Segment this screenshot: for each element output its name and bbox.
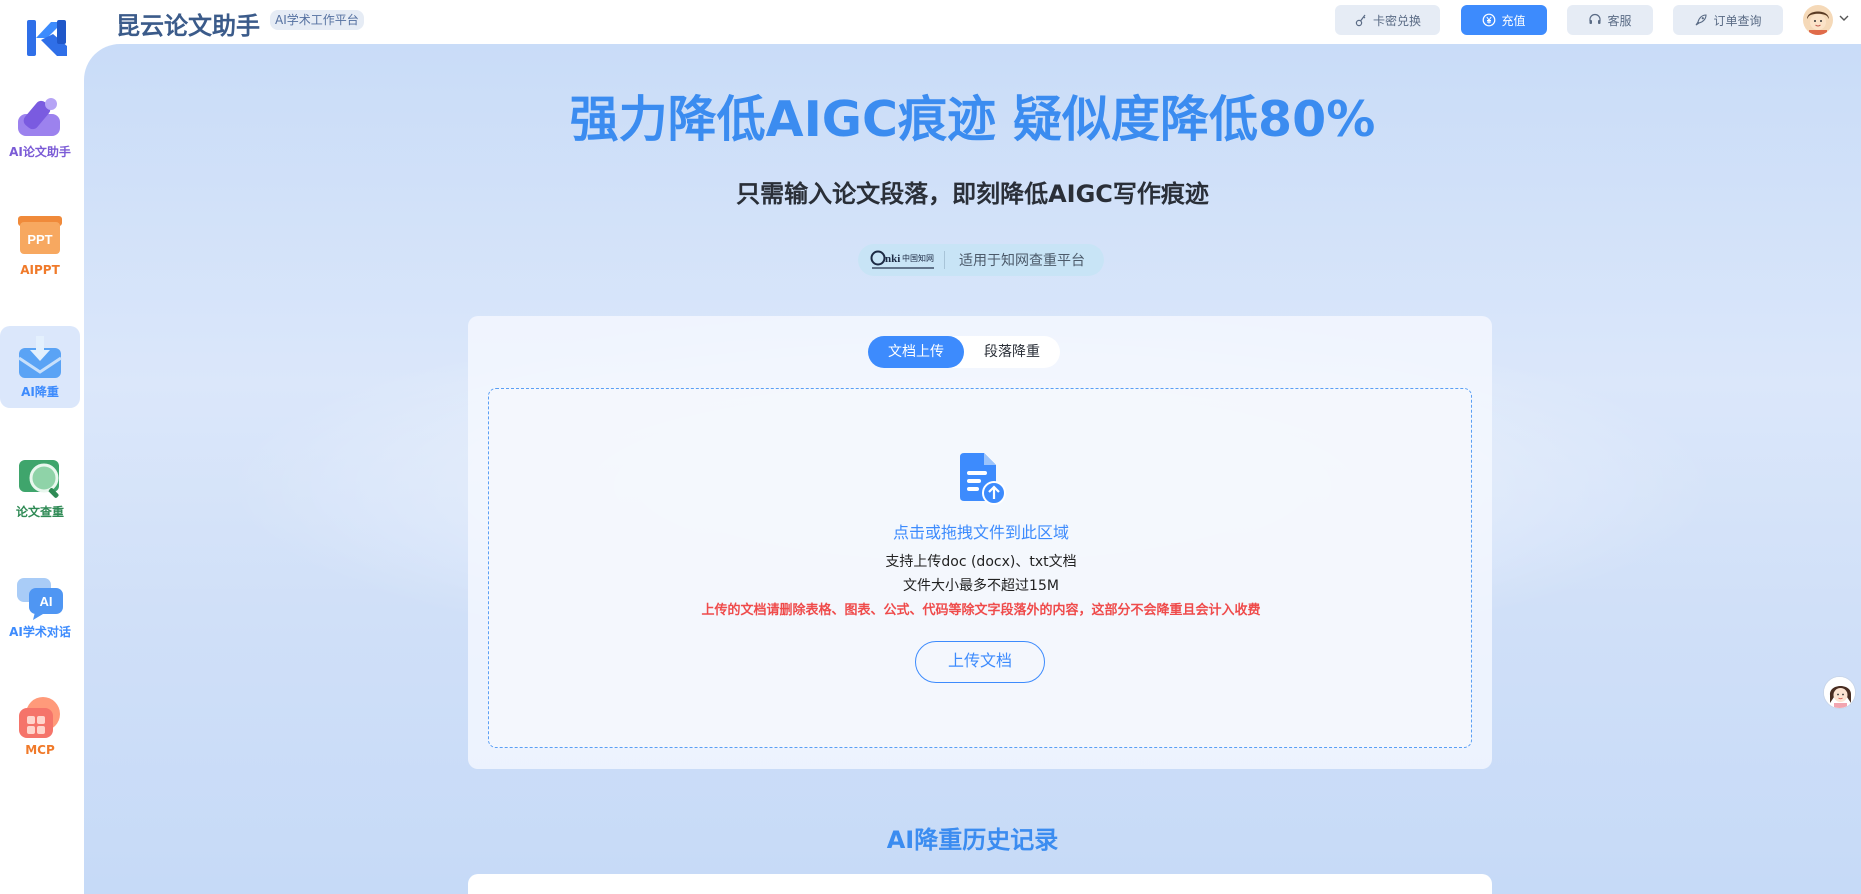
rocket-icon — [1696, 14, 1708, 26]
file-upload-icon — [960, 453, 1006, 505]
customer-service-label: 客服 — [1607, 13, 1632, 28]
sidebar-item-label: AIPPT — [20, 263, 60, 277]
sidebar-item-mcp[interactable]: MCP — [0, 686, 80, 768]
sidebar-item-ai-paper-assistant[interactable]: AI论文助手 — [0, 86, 80, 168]
upload-document-button[interactable]: 上传文档 — [915, 641, 1045, 683]
dropzone-title: 点击或拖拽文件到此区域 — [892, 523, 1069, 542]
svg-text:AI: AI — [40, 594, 53, 609]
main-content: 强力降低AIGC痕迹 疑似度降低80% 只需输入论文段落，即刻降低AIGC写作痕… — [84, 44, 1861, 894]
key-icon — [1355, 14, 1366, 27]
brand-title: 昆云论文助手 — [116, 12, 260, 40]
tab-document-upload[interactable]: 文档上传 — [868, 336, 964, 368]
mcp-blocks-icon — [19, 697, 60, 738]
hero-title: 强力降低AIGC痕迹 疑似度降低80% — [569, 91, 1376, 148]
sidebar-item-label: AI学术对话 — [9, 625, 71, 639]
card-redeem-label: 卡密兑换 — [1372, 13, 1421, 28]
chevron-down-icon[interactable] — [1837, 11, 1851, 25]
upload-mode-tabs: 文档上传 段落降重 — [868, 336, 1060, 368]
recharge-button[interactable]: 充值 — [1461, 5, 1547, 35]
customer-service-button[interactable]: 客服 — [1567, 5, 1653, 35]
sidebar-item-paper-check[interactable]: 论文查重 — [0, 446, 80, 528]
svg-text:PPT: PPT — [27, 232, 52, 247]
chat-ai-icon: AI — [17, 578, 63, 620]
ppt-icon: PPT — [18, 216, 62, 254]
brand-badge: AI学术工作平台 — [270, 10, 364, 30]
user-avatar-icon — [1803, 5, 1833, 35]
upload-card: 文档上传 段落降重 点击或拖拽文件到此区域 支持上传doc (docx)、txt… — [468, 316, 1492, 769]
supported-formats-text: 支持上传doc (docx)、txt文档 — [885, 554, 1077, 570]
sidebar-item-aippt[interactable]: PPT AIPPT — [0, 206, 80, 288]
card-redeem-button[interactable]: 卡密兑换 — [1335, 5, 1440, 35]
yuan-coin-icon — [1483, 13, 1496, 27]
platform-text: 适用于知网查重平台 — [959, 253, 1085, 269]
hero-subtitle: 只需输入论文段落，即刻降低AIGC写作痕迹 — [736, 180, 1209, 208]
magnifier-check-icon — [19, 460, 59, 498]
pen-icon — [18, 98, 60, 136]
download-tray-icon — [18, 336, 62, 378]
sidebar-item-label: MCP — [25, 743, 55, 757]
sidebar-item-label: AI降重 — [21, 385, 59, 399]
history-list — [468, 874, 1492, 894]
svg-text:nki: nki — [885, 253, 900, 265]
tab-paragraph-rewrite[interactable]: 段落降重 — [964, 336, 1060, 368]
app-logo-icon[interactable] — [27, 18, 67, 58]
sidebar-item-ai-academic-chat[interactable]: AI AI学术对话 — [0, 566, 80, 648]
sidebar-item-label: AI论文助手 — [9, 145, 71, 159]
order-query-label: 订单查询 — [1713, 13, 1762, 28]
recharge-label: 充值 — [1501, 13, 1526, 28]
upload-warning-text: 上传的文档请删除表格、图表、公式、代码等除文字段落外的内容，这部分不会降重且会计… — [701, 603, 1261, 618]
file-size-limit-text: 文件大小最多不超过15M — [903, 578, 1059, 594]
platform-chip: nki 中国知网 适用于知网查重平台 — [858, 244, 1104, 276]
user-avatar[interactable] — [1803, 5, 1833, 35]
floating-assistant-button[interactable] — [1823, 676, 1856, 709]
order-query-button[interactable]: 订单查询 — [1673, 5, 1783, 35]
cnki-logo-text: 中国知网 — [902, 253, 934, 263]
history-title: AI降重历史记录 — [886, 826, 1059, 854]
cnki-logo-icon: nki 中国知网 — [870, 250, 934, 269]
sidebar-item-ai-rewrite[interactable]: AI降重 — [0, 326, 80, 408]
sidebar: AI论文助手 PPT AIPPT AI降重 论文查重 AI AI学术对话 MCP — [0, 0, 84, 894]
file-dropzone[interactable]: 点击或拖拽文件到此区域 支持上传doc (docx)、txt文档 文件大小最多不… — [488, 388, 1472, 748]
headset-icon — [1589, 13, 1602, 24]
divider — [944, 251, 945, 269]
sidebar-item-label: 论文查重 — [15, 505, 64, 519]
